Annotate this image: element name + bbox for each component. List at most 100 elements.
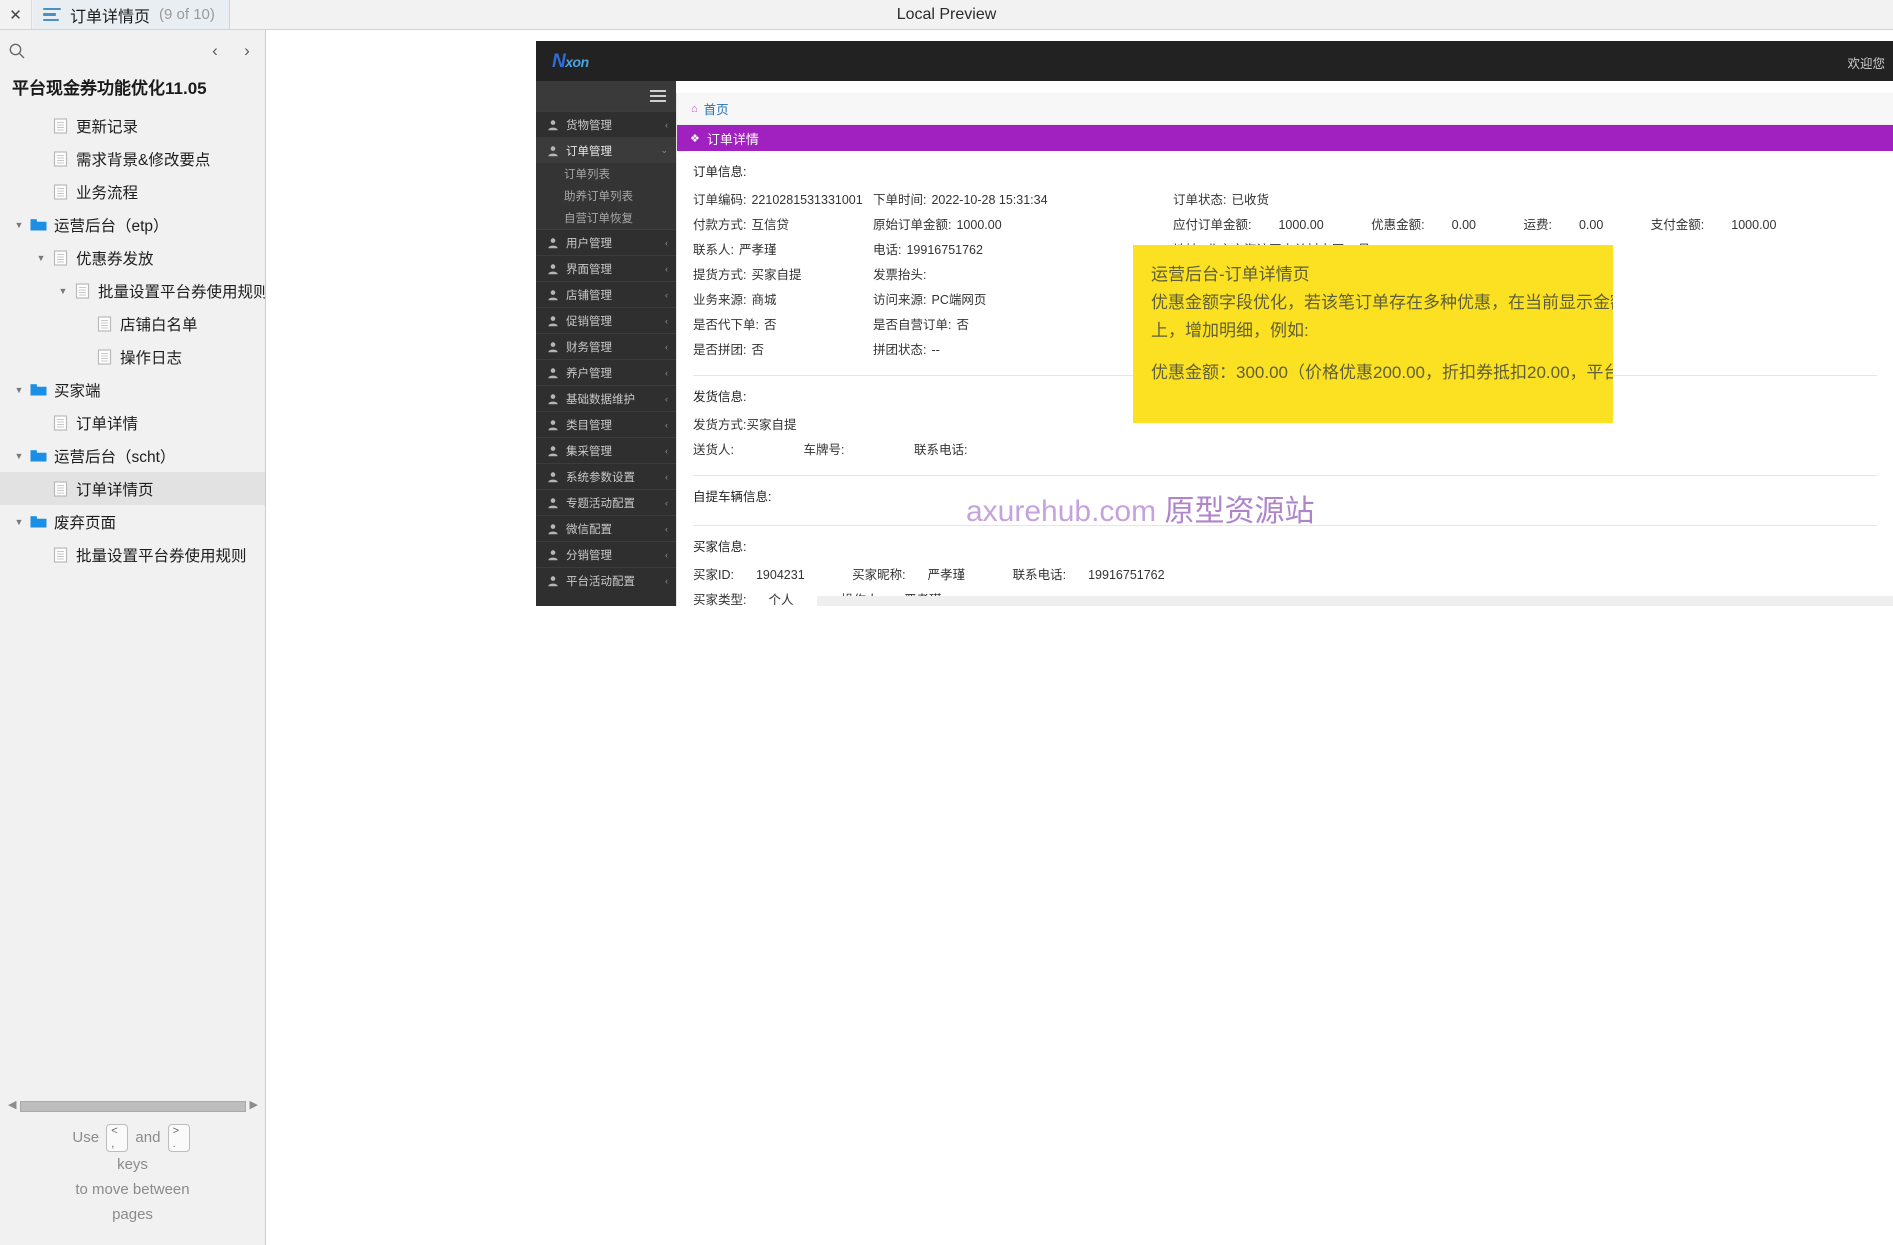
user-icon [546, 444, 559, 457]
nav-item-0[interactable]: 货物管理 ‹ [536, 111, 676, 137]
nav-item-7[interactable]: 养户管理 ‹ [536, 359, 676, 385]
nav-item-1[interactable]: 订单管理 ⌄ [536, 137, 676, 163]
key-prev-top: < [111, 1125, 118, 1137]
folder-icon [28, 512, 48, 532]
field-order-no: 订单编码: 2210281531331001 [693, 193, 863, 207]
tree-spacer: ▼ [32, 484, 50, 494]
sitemap-item-label: 操作日志 [120, 349, 183, 367]
sitemap-item[interactable]: ▼ 批量设置平台券使用规则 [0, 538, 265, 571]
key-prev-bottom: , [111, 1138, 115, 1150]
nav-item-label: 专题活动配置 [566, 497, 635, 510]
sitemap-item[interactable]: ▼ 店铺白名单 [0, 307, 265, 340]
field-order-time: 下单时间: 2022-10-28 15:31:34 [873, 193, 1048, 207]
sitemap-item-label: 废弃页面 [54, 514, 117, 532]
sitemap-item-label: 优惠券发放 [76, 250, 154, 268]
nav-subitem-1-2[interactable]: 自营订单恢复 [536, 207, 676, 229]
chevron-icon: ‹ [665, 497, 668, 508]
sitemap-item[interactable]: ▼ 废弃页面 [0, 505, 265, 538]
chevron-icon: ‹ [665, 289, 668, 300]
nav-item-label: 货物管理 [566, 119, 612, 132]
page-tab[interactable]: 订单详情页 (9 of 10) [33, 0, 230, 29]
chevron-icon: ‹ [665, 575, 668, 586]
nav-item-15[interactable]: 平台活动配置 ‹ [536, 567, 676, 593]
nav-item-13[interactable]: 微信配置 ‹ [536, 515, 676, 541]
sitemap-item[interactable]: ▼ 运营后台（etp） [0, 208, 265, 241]
nav-item-11[interactable]: 系统参数设置 ‹ [536, 463, 676, 489]
sitemap-item[interactable]: ▼ 业务流程 [0, 175, 265, 208]
scroll-right-icon[interactable]: ▶ [250, 1098, 258, 1111]
nav-subitem-1-0[interactable]: 订单列表 [536, 163, 676, 185]
sidebar-collapse-button[interactable] [536, 81, 676, 111]
nav-item-2[interactable]: 用户管理 ‹ [536, 229, 676, 255]
nav-item-6[interactable]: 财务管理 ‹ [536, 333, 676, 359]
sitemap-item[interactable]: ▼ 订单详情页 [0, 472, 265, 505]
menu-toggle-icon[interactable] [650, 89, 666, 103]
page-icon [72, 281, 92, 301]
nav-item-label: 店铺管理 [566, 289, 612, 302]
sitemap-item[interactable]: ▼ 订单详情 [0, 406, 265, 439]
field-buyer-id: 买家ID: 1904231 [693, 568, 805, 582]
chevron-down-icon[interactable]: ▼ [10, 385, 28, 395]
hint-keys: keys [117, 1156, 148, 1173]
user-icon [546, 470, 559, 483]
buyer-row-1: 买家ID: 1904231 买家昵称: 严孝瑾 联系电话: 19916751762 [693, 561, 1893, 586]
user-icon [546, 236, 559, 249]
nav-item-9[interactable]: 类目管理 ‹ [536, 411, 676, 437]
chevron-icon: ⌄ [660, 145, 668, 155]
nav-item-5[interactable]: 促销管理 ‹ [536, 307, 676, 333]
chevron-icon: ‹ [665, 471, 668, 482]
nav-item-8[interactable]: 基础数据维护 ‹ [536, 385, 676, 411]
buyer-heading: 买家信息: [693, 540, 747, 554]
close-button[interactable]: ✕ [0, 0, 32, 29]
sitemap-item-label: 店铺白名单 [120, 316, 198, 334]
nav-subitem-1-1[interactable]: 助养订单列表 [536, 185, 676, 207]
hint-line3: pages [112, 1206, 153, 1223]
nav-item-14[interactable]: 分销管理 ‹ [536, 541, 676, 567]
sitemap-item-label: 订单详情页 [76, 481, 154, 499]
sitemap-item[interactable]: ▼ 需求背景&修改要点 [0, 142, 265, 175]
chevron-down-icon[interactable]: ▼ [32, 253, 50, 263]
sitemap-item[interactable]: ▼ 操作日志 [0, 340, 265, 373]
preview-label: Local Preview [896, 5, 997, 23]
sitemap-item-label: 运营后台（etp） [54, 217, 169, 235]
sitemap-item[interactable]: ▼ 运营后台（scht） [0, 439, 265, 472]
field-plate: 车牌号: [803, 443, 845, 457]
note-line-2: 优惠金额字段优化，若该笔订单存在多种优惠，在当前显示金额基础 [1151, 293, 1613, 312]
next-page-button[interactable]: › [237, 40, 257, 62]
sitemap-horizontal-scrollbar[interactable]: ◀ ▶ [8, 1099, 258, 1113]
project-title: 平台现金券功能优化11.05 [12, 79, 207, 98]
chevron-icon: ‹ [665, 419, 668, 430]
search-icon[interactable] [8, 42, 26, 60]
sitemap-item-label: 买家端 [54, 382, 101, 400]
app-header: Nxon 欢迎您 [536, 41, 1893, 81]
nav-item-10[interactable]: 集采管理 ‹ [536, 437, 676, 463]
chevron-down-icon[interactable]: ▼ [10, 517, 28, 527]
sitemap-item[interactable]: ▼ 批量设置平台券使用规则 [0, 274, 265, 307]
chevron-down-icon[interactable]: ▼ [10, 451, 28, 461]
field-due-amount: 应付订单金额: 1000.00 [1173, 218, 1324, 232]
page-icon [50, 545, 70, 565]
scrollbar-thumb[interactable] [20, 1101, 246, 1112]
prev-page-button[interactable]: ‹ [205, 40, 225, 62]
field-orig-amount: 原始订单金额: 1000.00 [873, 218, 1002, 232]
field-pickup: 提货方式: 买家自提 [693, 268, 802, 282]
content-horizontal-scrollbar[interactable] [817, 596, 1893, 606]
field-pay-type: 付款方式: 互信贷 [693, 218, 789, 232]
chevron-down-icon[interactable]: ▼ [54, 286, 72, 296]
chevron-down-icon[interactable]: ▼ [10, 220, 28, 230]
scroll-left-icon[interactable]: ◀ [8, 1098, 16, 1111]
folder-icon [28, 380, 48, 400]
sitemap-item-label: 批量设置平台券使用规则 [76, 547, 247, 565]
breadcrumb-home-label[interactable]: 首页 [704, 99, 729, 118]
sitemap-item[interactable]: ▼ 更新记录 [0, 109, 265, 142]
app-sidebar: 货物管理 ‹ 订单管理 ⌄ 订单列表 助养订单列表 自营订单恢复 用户管理 ‹ 界面管理 ‹ 店铺管理… [536, 81, 676, 606]
user-icon [546, 262, 559, 275]
nav-item-4[interactable]: 店铺管理 ‹ [536, 281, 676, 307]
sitemap-item[interactable]: ▼ 优惠券发放 [0, 241, 265, 274]
sitemap-item[interactable]: ▼ 买家端 [0, 373, 265, 406]
nav-item-3[interactable]: 界面管理 ‹ [536, 255, 676, 281]
user-icon [546, 118, 559, 131]
hamburger-icon[interactable] [43, 7, 61, 22]
nav-item-12[interactable]: 专题活动配置 ‹ [536, 489, 676, 515]
note-line-1: 运营后台-订单详情页 [1151, 265, 1310, 284]
